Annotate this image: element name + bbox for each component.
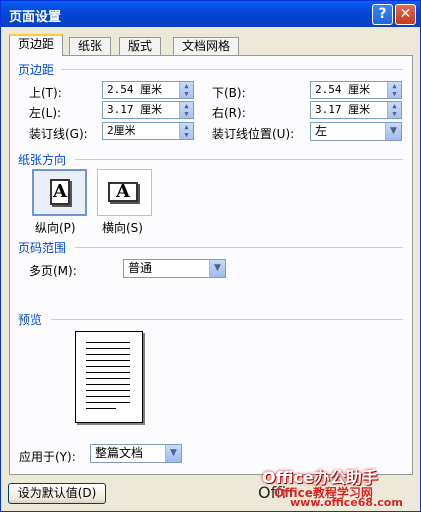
gutter-position-select[interactable]: 左 ▼	[310, 122, 402, 141]
orientation-divider	[75, 159, 403, 160]
tab-layout[interactable]: 版式	[119, 37, 162, 55]
top-margin-spinner[interactable]: 2.54 厘米 ▲ ▼	[102, 81, 194, 99]
preview-text-line	[86, 348, 130, 349]
preview-text-line	[86, 384, 130, 385]
multiple-pages-label: 多页(M):	[29, 264, 77, 278]
site-watermark: Offi Office办公助手 Office教程学习网 www.office68…	[256, 463, 418, 511]
bottom-margin-label: 下(B):	[212, 86, 246, 100]
dialog-title: 页面设置	[9, 10, 62, 25]
portrait-page-icon: A	[50, 179, 70, 205]
chevron-down-icon[interactable]: ▼	[385, 123, 401, 140]
orientation-section-title: 纸张方向	[18, 153, 67, 167]
tab-margins[interactable]: 页边距	[9, 34, 64, 56]
preview-text-line	[86, 390, 130, 391]
apply-to-label: 应用于(Y):	[19, 450, 76, 464]
preview-text-line	[86, 396, 130, 397]
left-margin-label: 左(L):	[29, 106, 62, 120]
question-mark-icon: ?	[378, 6, 387, 22]
tab-document-grid[interactable]: 文档网格	[173, 37, 240, 55]
bottom-margin-value: 2.54 厘米	[315, 83, 371, 96]
spinner-arrows-icon[interactable]: ▲ ▼	[179, 102, 193, 118]
landscape-label: 横向(S)	[102, 221, 143, 235]
spinner-arrows-icon[interactable]: ▲ ▼	[179, 123, 193, 139]
preview-page	[75, 331, 143, 423]
margins-divider	[61, 69, 403, 70]
close-button[interactable]: ✕	[395, 4, 416, 25]
spinner-arrows-icon[interactable]: ▲ ▼	[179, 82, 193, 98]
gutter-value: 2厘米	[107, 124, 136, 137]
multiple-pages-select[interactable]: 普通 ▼	[123, 259, 226, 278]
spinner-arrows-icon[interactable]: ▲ ▼	[387, 82, 401, 98]
watermark-url: www.office68.com	[290, 496, 403, 509]
preview-text-line	[86, 354, 130, 355]
preview-text-line	[86, 342, 130, 343]
landscape-page-icon: A	[108, 182, 138, 202]
close-icon: ✕	[399, 6, 412, 22]
preview-section-title: 预览	[18, 313, 43, 327]
preview-text-line	[86, 366, 130, 367]
margins-section-title: 页边距	[18, 63, 55, 77]
multiple-pages-value: 普通	[128, 261, 153, 275]
gutter-spinner[interactable]: 2厘米 ▲ ▼	[102, 122, 194, 140]
bottom-margin-spinner[interactable]: 2.54 厘米 ▲ ▼	[310, 81, 402, 99]
portrait-button[interactable]: A	[32, 169, 87, 216]
left-margin-spinner[interactable]: 3.17 厘米 ▲ ▼	[102, 101, 194, 119]
tab-paper[interactable]: 纸张	[69, 37, 112, 55]
top-margin-value: 2.54 厘米	[107, 83, 163, 96]
gutter-position-label: 装订线位置(U):	[212, 127, 295, 141]
right-margin-label: 右(R):	[212, 106, 246, 120]
help-button[interactable]: ?	[372, 4, 393, 25]
chevron-down-icon[interactable]: ▼	[209, 260, 225, 277]
page-setup-dialog: 页面设置 ? ✕ 页边距 纸张 版式 文档网格 页边距 上(T): 2.54 厘…	[0, 0, 421, 512]
landscape-button[interactable]: A	[97, 169, 152, 216]
preview-text-line	[86, 372, 130, 373]
preview-text-line	[86, 408, 116, 409]
apply-to-select[interactable]: 整篇文档 ▼	[90, 444, 182, 463]
gutter-position-value: 左	[315, 124, 328, 138]
preview-text-line	[86, 402, 130, 403]
apply-to-value: 整篇文档	[95, 446, 144, 460]
chevron-down-icon[interactable]: ▼	[165, 445, 181, 462]
spinner-arrows-icon[interactable]: ▲ ▼	[387, 102, 401, 118]
set-as-default-button[interactable]: 设为默认值(D)	[8, 483, 106, 504]
pages-divider	[75, 247, 403, 248]
left-margin-value: 3.17 厘米	[107, 103, 163, 116]
right-margin-value: 3.17 厘米	[315, 103, 371, 116]
preview-divider	[51, 319, 403, 320]
title-bar[interactable]: 页面设置 ? ✕	[1, 1, 420, 27]
portrait-label: 纵向(P)	[35, 221, 76, 235]
preview-text-line	[86, 360, 130, 361]
pages-section-title: 页码范围	[18, 241, 67, 255]
right-margin-spinner[interactable]: 3.17 厘米 ▲ ▼	[310, 101, 402, 119]
top-margin-label: 上(T):	[29, 86, 62, 100]
gutter-label: 装订线(G):	[29, 127, 88, 141]
preview-text-line	[86, 378, 130, 379]
